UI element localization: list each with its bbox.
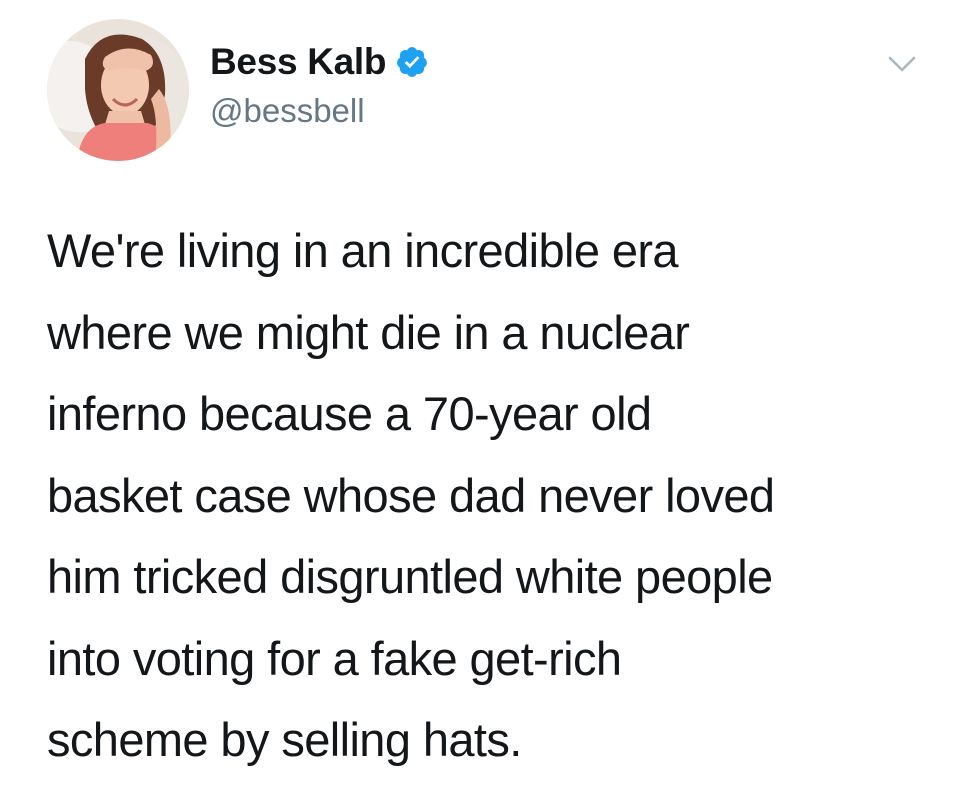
handle[interactable]: @bessbell bbox=[210, 92, 365, 130]
chevron-down-icon[interactable] bbox=[886, 52, 918, 76]
tweet-text-line: into voting for a fake get-rich bbox=[47, 631, 622, 685]
avatar[interactable] bbox=[47, 19, 189, 161]
tweet-text-line: basket case whose dad never loved bbox=[47, 468, 775, 522]
verified-badge-icon bbox=[395, 45, 429, 79]
tweet-text-line: where we might die in a nuclear bbox=[47, 305, 690, 359]
profile-photo bbox=[47, 19, 189, 161]
tweet-text-line: scheme by selling hats. bbox=[47, 713, 522, 766]
tweet-text-line: him tricked disgruntled white people bbox=[47, 550, 773, 603]
author-name-row: Bess Kalb bbox=[210, 40, 429, 84]
display-name[interactable]: Bess Kalb bbox=[210, 41, 387, 83]
tweet-text: We're living in an incredible era where … bbox=[47, 210, 937, 781]
tweet-text-line: We're living in an incredible era bbox=[47, 224, 679, 277]
tweet: Bess Kalb @bessbell We're living in an i… bbox=[0, 0, 960, 786]
tweet-text-line: inferno because a 70-year old bbox=[47, 387, 652, 440]
